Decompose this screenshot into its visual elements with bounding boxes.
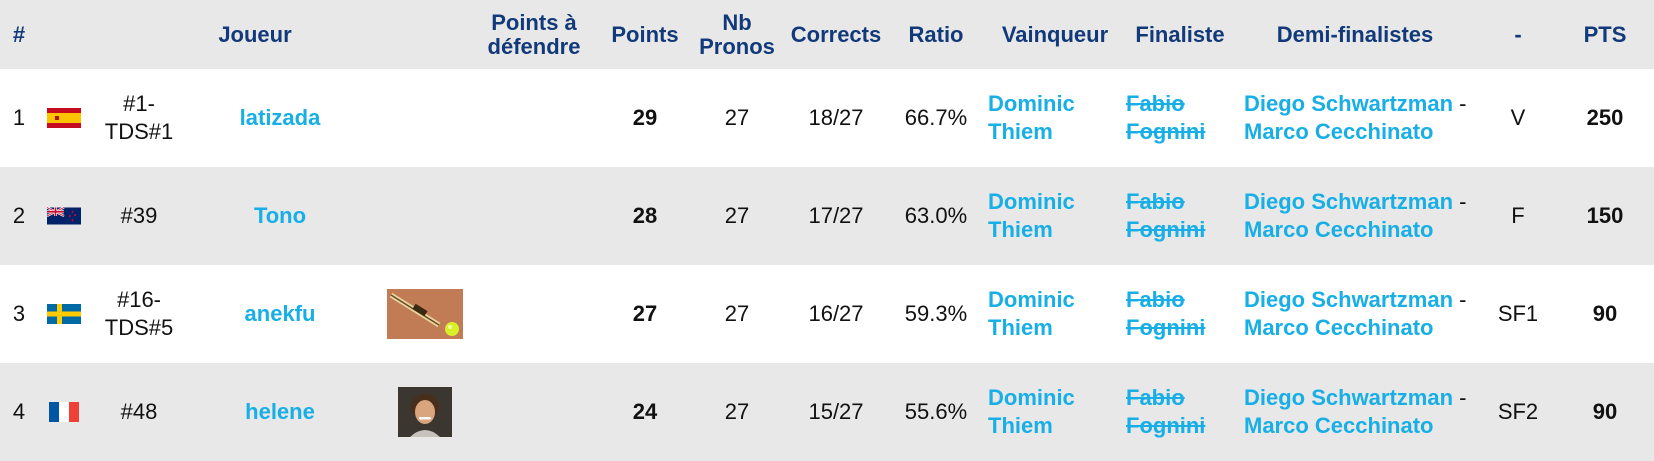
player-ratio: 66.7% (904, 105, 968, 130)
header-winner[interactable]: Vainqueur (984, 0, 1126, 69)
finalist-link[interactable]: Fabio Fognini (1126, 286, 1230, 342)
finalist-link[interactable]: Fabio Fognini (1126, 188, 1230, 244)
semifinalists-cell: Diego Schwartzman - Marco Cecchinato (1244, 69, 1476, 167)
header-ratio[interactable]: Ratio (888, 0, 984, 69)
player-pts: 90 (1592, 399, 1618, 424)
header-points[interactable]: Points (600, 0, 690, 69)
header-finalist[interactable]: Finaliste (1126, 0, 1234, 69)
header-points-defend[interactable]: Points à défendre (460, 0, 608, 69)
player-portrait-avatar (395, 363, 455, 461)
player-stage: F (1511, 203, 1525, 228)
semifinalist-link[interactable]: Marco Cecchinato (1244, 217, 1434, 242)
player-ratio: 63.0% (904, 203, 968, 228)
semifinalists-cell: Diego Schwartzman - Marco Cecchinato (1244, 265, 1476, 363)
table-header: # Joueur Points à défendre Points Nb Pro… (0, 0, 1654, 69)
player-nb-pronos: 27 (724, 105, 750, 130)
player-rank: #16-TDS#5 (104, 287, 174, 340)
winner-cell: Dominic Thiem (988, 265, 1116, 363)
player-link[interactable]: anekfu (200, 265, 360, 363)
row-position: 1 (12, 105, 26, 130)
player-link[interactable]: helene (200, 363, 360, 461)
player-points: 24 (632, 399, 658, 424)
semifinalist-link[interactable]: Diego Schwartzman (1244, 385, 1453, 410)
header-stage[interactable]: - (1476, 0, 1560, 69)
semifinalist-link[interactable]: Diego Schwartzman (1244, 287, 1453, 312)
player-corrects: 15/27 (808, 399, 864, 424)
player-rank: #1-TDS#1 (104, 91, 174, 144)
player-nb-pronos: 27 (724, 301, 750, 326)
header-corrects[interactable]: Corrects (784, 0, 888, 69)
table-row: 4 #48 helene 24 27 15/27 55.6% Dominic T… (0, 363, 1654, 461)
player-points: 28 (632, 203, 658, 228)
player-rank: #48 (120, 399, 158, 424)
player-stage: SF1 (1497, 301, 1539, 326)
winner-link[interactable]: Dominic Thiem (988, 188, 1116, 244)
winner-cell: Dominic Thiem (988, 167, 1116, 265)
player-pts: 90 (1592, 301, 1618, 326)
semifinalist-separator: - (1459, 189, 1467, 214)
player-rank: #39 (120, 203, 158, 228)
player-ratio: 55.6% (904, 399, 968, 424)
header-semifinalists[interactable]: Demi-finalistes (1234, 0, 1476, 69)
semifinalist-link[interactable]: Diego Schwartzman (1244, 91, 1453, 116)
semifinalist-link[interactable]: Diego Schwartzman (1244, 189, 1453, 214)
finalist-link[interactable]: Fabio Fognini (1126, 384, 1230, 440)
finalist-cell: Fabio Fognini (1126, 69, 1230, 167)
winner-cell: Dominic Thiem (988, 69, 1116, 167)
semifinalist-separator: - (1459, 91, 1467, 116)
player-pts: 250 (1586, 105, 1624, 130)
winner-link[interactable]: Dominic Thiem (988, 90, 1116, 146)
row-position: 3 (12, 301, 26, 326)
finalist-cell: Fabio Fognini (1126, 167, 1230, 265)
new-zealand-flag-icon (44, 167, 84, 265)
player-link[interactable]: Tono (200, 167, 360, 265)
semifinalist-link[interactable]: Marco Cecchinato (1244, 315, 1434, 340)
semifinalist-link[interactable]: Marco Cecchinato (1244, 413, 1434, 438)
row-position: 2 (12, 203, 26, 228)
player-ratio: 59.3% (904, 301, 968, 326)
semifinalists-cell: Diego Schwartzman - Marco Cecchinato (1244, 167, 1476, 265)
player-points: 27 (632, 301, 658, 326)
semifinalist-separator: - (1459, 287, 1467, 312)
player-corrects: 17/27 (808, 203, 864, 228)
winner-cell: Dominic Thiem (988, 363, 1116, 461)
finalist-cell: Fabio Fognini (1126, 265, 1230, 363)
semifinalists-cell: Diego Schwartzman - Marco Cecchinato (1244, 363, 1476, 461)
player-corrects: 16/27 (808, 301, 864, 326)
finalist-cell: Fabio Fognini (1126, 363, 1230, 461)
player-stage: SF2 (1497, 399, 1539, 424)
table-row: 2 #39 Tono 28 27 17/27 63.0% Dominic Thi… (0, 167, 1654, 265)
winner-link[interactable]: Dominic Thiem (988, 384, 1116, 440)
table-row: 1 #1-TDS#1 latizada 29 27 18/27 66.7% Do… (0, 69, 1654, 167)
winner-link[interactable]: Dominic Thiem (988, 286, 1116, 342)
header-player[interactable]: Joueur (190, 0, 320, 69)
france-flag-icon (44, 363, 84, 461)
player-corrects: 18/27 (808, 105, 864, 130)
row-position: 4 (12, 399, 26, 424)
sweden-flag-icon (44, 265, 84, 363)
player-points: 29 (632, 105, 658, 130)
player-pts: 150 (1586, 203, 1624, 228)
player-nb-pronos: 27 (724, 203, 750, 228)
header-num[interactable]: # (4, 0, 34, 69)
table-row: 3 #16-TDS#5 anekfu 27 27 16/27 59.3% Dom… (0, 265, 1654, 363)
player-link[interactable]: latizada (200, 69, 360, 167)
header-pts[interactable]: PTS (1560, 0, 1650, 69)
semifinalist-separator: - (1459, 385, 1467, 410)
player-stage: V (1510, 105, 1526, 130)
tennis-racket-ball-avatar (385, 265, 465, 363)
finalist-link[interactable]: Fabio Fognini (1126, 90, 1230, 146)
header-nb-pronos[interactable]: Nb Pronos (690, 0, 784, 69)
semifinalist-link[interactable]: Marco Cecchinato (1244, 119, 1434, 144)
spain-flag-icon (44, 69, 84, 167)
player-nb-pronos: 27 (724, 399, 750, 424)
